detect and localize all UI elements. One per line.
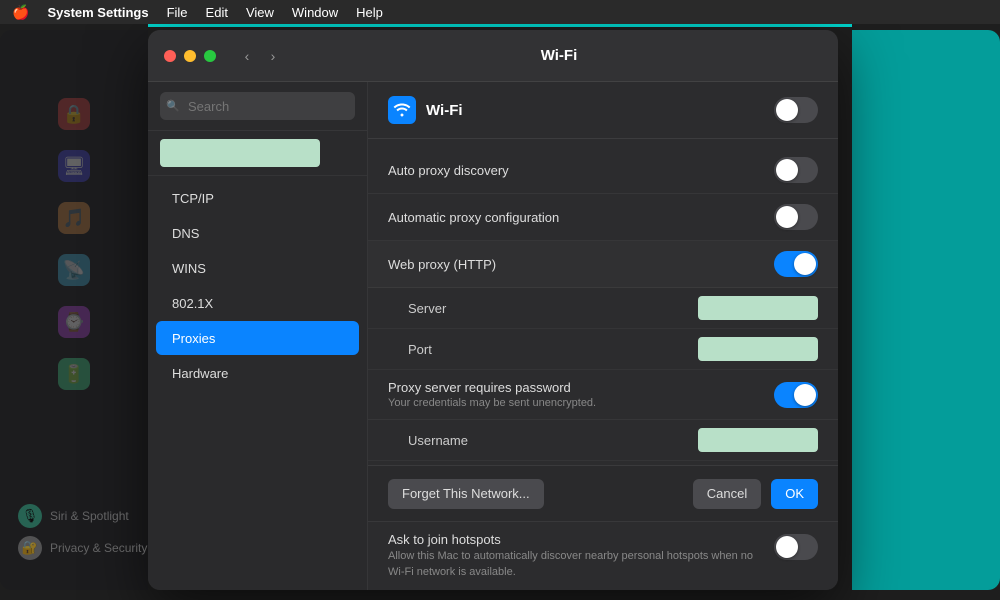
search-input[interactable]: [160, 92, 355, 120]
hotspots-toggle[interactable]: [774, 534, 818, 560]
nav-buttons: ‹ ›: [236, 45, 284, 67]
privacy-icon: 🔐: [18, 536, 42, 560]
proxy-password-label-wrap: Proxy server requires password Your cred…: [388, 380, 774, 409]
wifi-header: Wi-Fi: [368, 82, 838, 139]
content-panel: Wi-Fi Auto proxy discovery Automatic pro…: [368, 82, 838, 590]
minimize-button[interactable]: [184, 50, 196, 62]
wifi-main-toggle[interactable]: [774, 97, 818, 123]
server-label: Server: [408, 301, 698, 316]
forward-button[interactable]: ›: [262, 45, 284, 67]
bottom-sidebar-icons: 🎙 Siri & Spotlight 🔐 Privacy & Security: [18, 504, 147, 560]
nav-item-802x[interactable]: 802.1X: [156, 286, 359, 320]
accent-bar: [148, 24, 852, 27]
bottom-bar: Forget This Network... Cancel OK: [368, 465, 838, 521]
right-panel: [852, 30, 1000, 590]
auto-proxy-config-toggle[interactable]: [774, 204, 818, 230]
main-layout: TCP/IP DNS WINS 802.1X Proxies Hardware: [148, 82, 838, 590]
bg-icon-4: 📡: [58, 254, 90, 286]
menubar-view[interactable]: View: [246, 5, 274, 20]
username-input[interactable]: [698, 428, 818, 452]
forget-button[interactable]: Forget This Network...: [388, 479, 544, 509]
siri-icon: 🎙: [18, 504, 42, 528]
auto-proxy-config-label: Automatic proxy configuration: [388, 210, 774, 225]
menubar-window[interactable]: Window: [292, 5, 338, 20]
proxy-password-toggle[interactable]: [774, 382, 818, 408]
nav-item-wins[interactable]: WINS: [156, 251, 359, 285]
cancel-button[interactable]: Cancel: [693, 479, 761, 509]
auto-proxy-config-row: Automatic proxy configuration: [368, 194, 838, 241]
server-input[interactable]: [698, 296, 818, 320]
port-input[interactable]: [698, 337, 818, 361]
menubar-help[interactable]: Help: [356, 5, 383, 20]
bg-icon-1: 🔒: [58, 98, 90, 130]
hotspots-desc: Allow this Mac to automatically discover…: [388, 549, 764, 580]
menubar-file[interactable]: File: [167, 5, 188, 20]
proxy-password-row: Proxy server requires password Your cred…: [368, 370, 838, 420]
traffic-lights: [164, 50, 216, 62]
privacy-label: Privacy & Security: [50, 541, 147, 555]
nav-item-tcpip[interactable]: TCP/IP: [156, 181, 359, 215]
username-label: Username: [408, 433, 698, 448]
wifi-label: Wi-Fi: [426, 102, 764, 119]
window-title: Wi-Fi: [296, 47, 822, 64]
main-window: ‹ › Wi-Fi TCP/IP DNS: [148, 30, 838, 590]
settings-scroll[interactable]: Auto proxy discovery Automatic proxy con…: [368, 139, 838, 465]
ok-button[interactable]: OK: [771, 479, 818, 509]
search-wrap: [160, 92, 355, 120]
sidebar: TCP/IP DNS WINS 802.1X Proxies Hardware: [148, 82, 368, 590]
titlebar: ‹ › Wi-Fi: [148, 30, 838, 82]
proxy-password-sub: Your credentials may be sent unencrypted…: [388, 397, 774, 409]
nav-item-dns[interactable]: DNS: [156, 216, 359, 250]
hotspots-section: Ask to join hotspots Allow this Mac to a…: [368, 521, 838, 590]
menubar-app-name[interactable]: System Settings: [47, 5, 148, 20]
wifi-icon: [388, 96, 416, 124]
auto-proxy-discovery-row: Auto proxy discovery: [368, 147, 838, 194]
bg-icon-2: 🖥: [58, 150, 90, 182]
bg-icon-3: 🎵: [58, 202, 90, 234]
menubar-edit[interactable]: Edit: [206, 5, 228, 20]
wifi-toggle-knob: [776, 99, 798, 121]
bg-icon-6: 🔋: [58, 358, 90, 390]
port-row: Port: [368, 329, 838, 370]
server-row: Server: [368, 288, 838, 329]
web-proxy-toggle[interactable]: [774, 251, 818, 277]
menubar: 🍎 System Settings File Edit View Window …: [0, 0, 1000, 24]
nav-item-hardware[interactable]: Hardware: [156, 356, 359, 390]
search-container: [148, 82, 367, 131]
maximize-button[interactable]: [204, 50, 216, 62]
port-label: Port: [408, 342, 698, 357]
hotspots-title: Ask to join hotspots: [388, 532, 764, 547]
username-row: Username: [368, 420, 838, 461]
network-item: [148, 131, 367, 176]
proxy-password-label: Proxy server requires password: [388, 380, 774, 395]
siri-label: Siri & Spotlight: [50, 509, 129, 523]
nav-item-proxies[interactable]: Proxies: [156, 321, 359, 355]
auto-proxy-discovery-toggle[interactable]: [774, 157, 818, 183]
back-button[interactable]: ‹: [236, 45, 258, 67]
nav-list: TCP/IP DNS WINS 802.1X Proxies Hardware: [148, 176, 367, 590]
auto-proxy-discovery-label: Auto proxy discovery: [388, 163, 774, 178]
web-proxy-row: Web proxy (HTTP): [368, 241, 838, 288]
bg-icon-5: ⌚: [58, 306, 90, 338]
web-proxy-label: Web proxy (HTTP): [388, 257, 774, 272]
apple-menu[interactable]: 🍎: [12, 4, 29, 21]
network-name-input[interactable]: [160, 139, 320, 167]
close-button[interactable]: [164, 50, 176, 62]
